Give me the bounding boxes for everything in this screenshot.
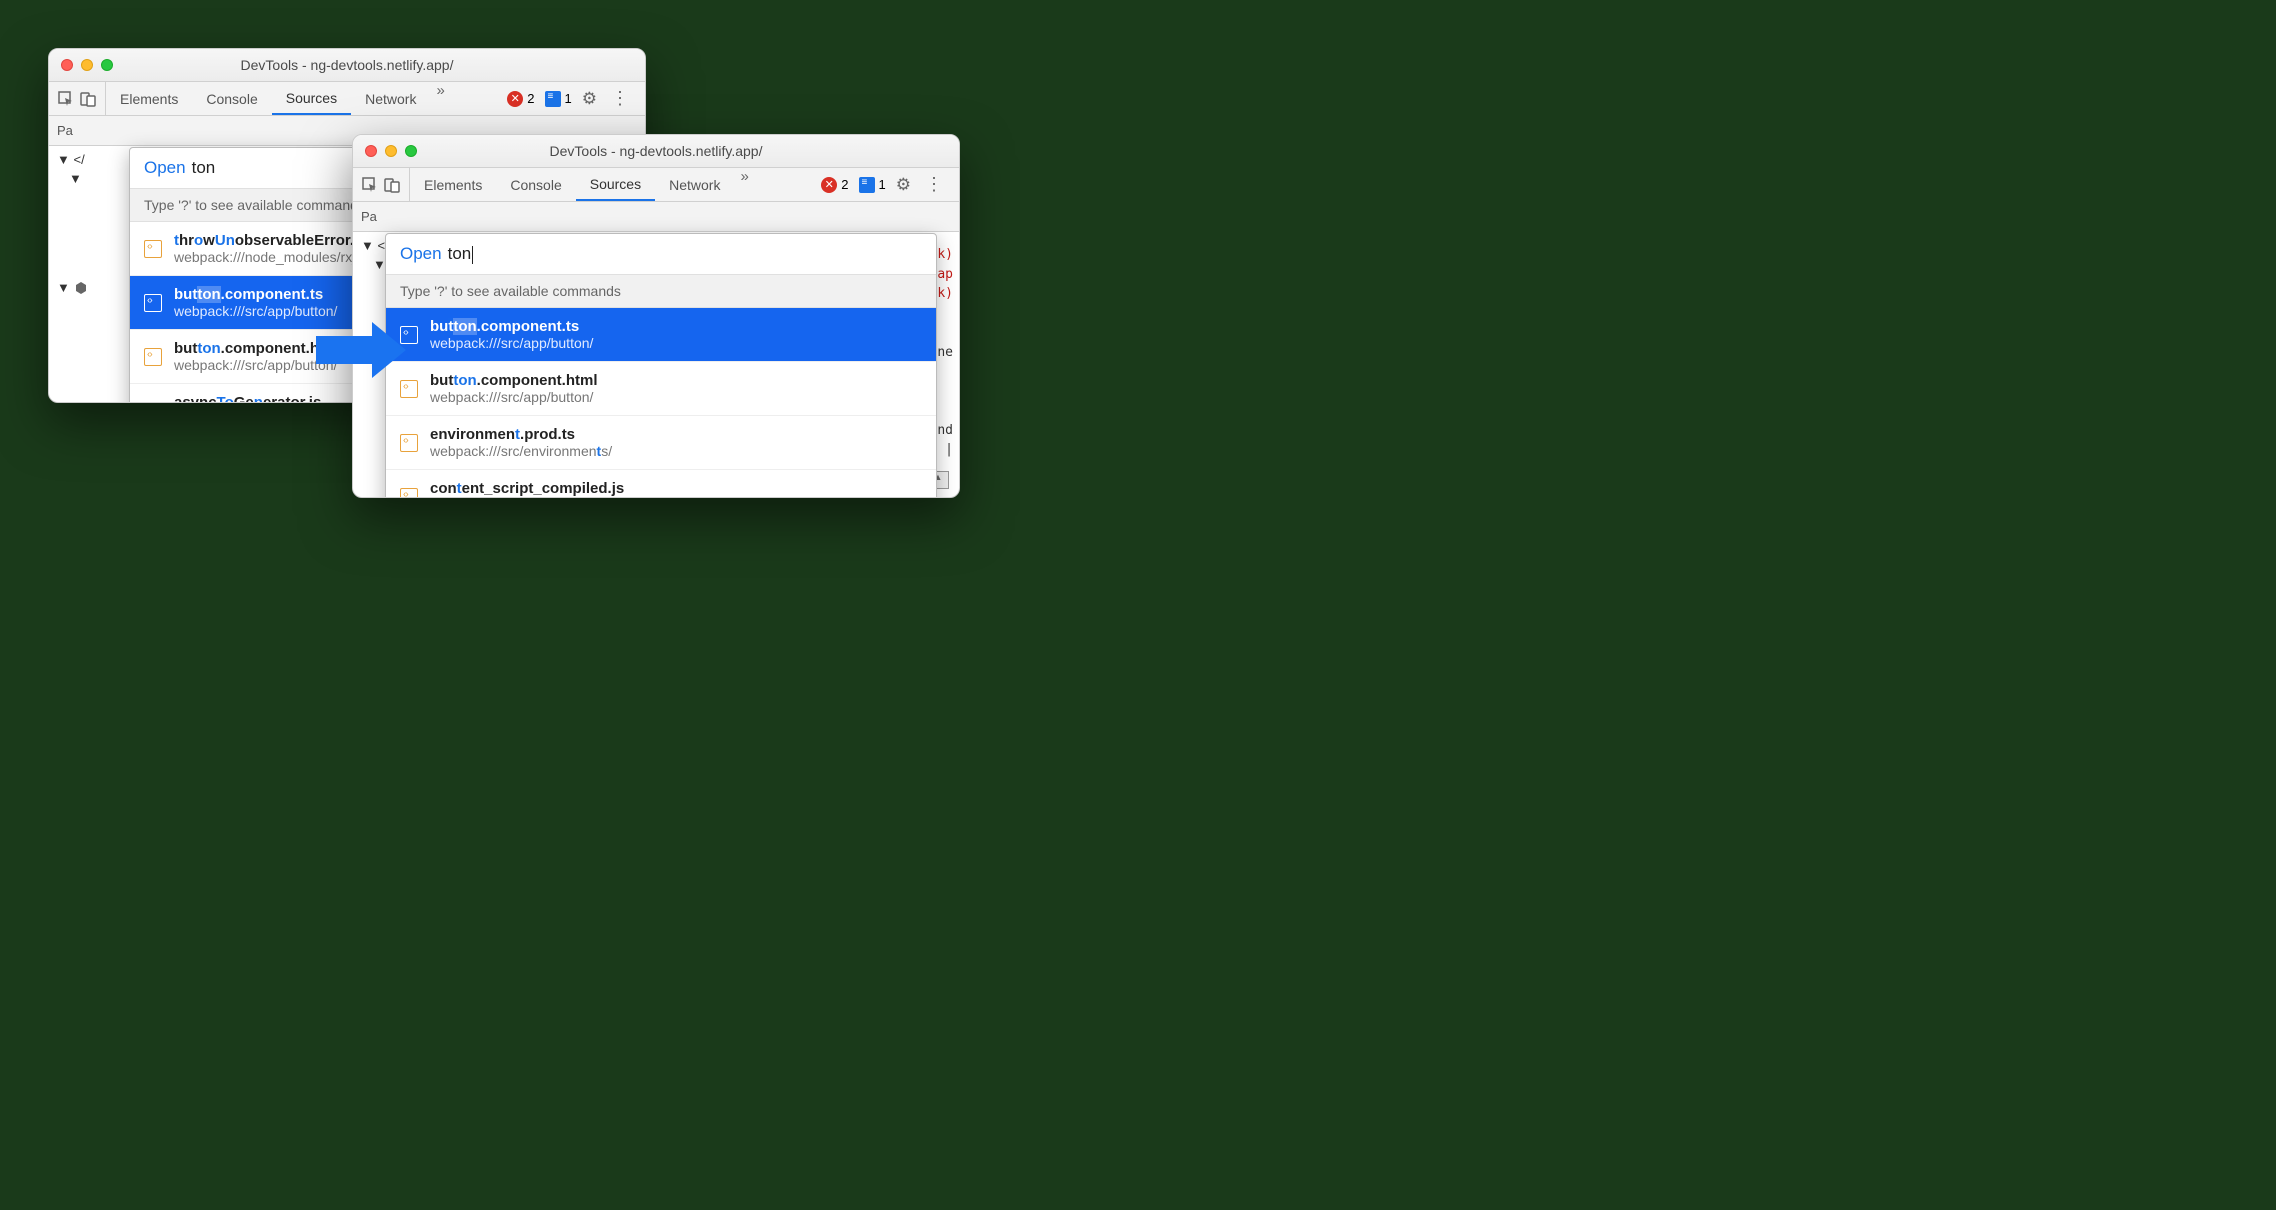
inspect-icon[interactable] bbox=[57, 90, 75, 108]
result-name: environment.prod.ts bbox=[430, 426, 612, 443]
search-mode-label: Open bbox=[144, 158, 186, 178]
error-icon: ✕ bbox=[821, 177, 837, 193]
subbar-text: Pa bbox=[57, 123, 73, 138]
more-tabs-icon[interactable]: » bbox=[430, 82, 450, 115]
inspect-icon[interactable] bbox=[361, 176, 379, 194]
file-icon bbox=[144, 402, 162, 404]
result-path: webpack:///src/app/button/ bbox=[174, 303, 337, 319]
kebab-menu-icon[interactable]: ⋮ bbox=[607, 88, 633, 109]
error-count-badge[interactable]: ✕ 2 bbox=[821, 177, 848, 193]
tab-sources[interactable]: Sources bbox=[272, 82, 351, 115]
traffic-lights bbox=[61, 59, 113, 71]
tab-console[interactable]: Console bbox=[192, 82, 271, 115]
devtools-toolbar: Elements Console Sources Network » ✕ 2 1… bbox=[353, 168, 959, 202]
window-title: DevTools - ng-devtools.netlify.app/ bbox=[49, 57, 645, 73]
command-palette: Open ton Type '?' to see available comma… bbox=[385, 233, 937, 498]
titlebar: DevTools - ng-devtools.netlify.app/ bbox=[353, 135, 959, 168]
message-icon bbox=[545, 91, 561, 107]
result-path: webpack:///src/environments/ bbox=[430, 443, 612, 459]
error-count: 2 bbox=[841, 177, 848, 192]
subbar-text: Pa bbox=[361, 209, 377, 224]
window-title: DevTools - ng-devtools.netlify.app/ bbox=[353, 143, 959, 159]
maximize-button[interactable] bbox=[101, 59, 113, 71]
tab-elements[interactable]: Elements bbox=[106, 82, 192, 115]
tab-network[interactable]: Network bbox=[351, 82, 430, 115]
arrow-icon bbox=[316, 322, 406, 378]
message-count-badge[interactable]: 1 bbox=[859, 177, 886, 193]
file-icon bbox=[144, 294, 162, 312]
text-cursor bbox=[472, 246, 473, 264]
settings-icon[interactable]: ⚙ bbox=[582, 89, 597, 109]
error-count: 2 bbox=[527, 91, 534, 106]
result-item[interactable]: button.component.html webpack:///src/app… bbox=[386, 362, 936, 416]
device-toggle-icon[interactable] bbox=[79, 90, 97, 108]
result-path: webpack:///src/app/button/ bbox=[430, 389, 597, 405]
settings-icon[interactable]: ⚙ bbox=[896, 175, 911, 195]
result-name: button.component.html bbox=[430, 372, 597, 389]
error-icon: ✕ bbox=[507, 91, 523, 107]
traffic-lights bbox=[365, 145, 417, 157]
sources-subbar: Pa bbox=[353, 202, 959, 232]
tab-console[interactable]: Console bbox=[496, 168, 575, 201]
message-count: 1 bbox=[565, 91, 572, 106]
message-count-badge[interactable]: 1 bbox=[545, 91, 572, 107]
results-list: button.component.ts webpack:///src/app/b… bbox=[386, 308, 936, 498]
search-input[interactable]: ton bbox=[192, 158, 216, 178]
message-count: 1 bbox=[879, 177, 886, 192]
result-path: chrome-extension://noondiphcddnnabmjcihc… bbox=[430, 497, 776, 498]
panel-tabs: Elements Console Sources Network » bbox=[410, 168, 755, 201]
hint-row: Type '?' to see available commands bbox=[386, 274, 936, 308]
titlebar: DevTools - ng-devtools.netlify.app/ bbox=[49, 49, 645, 82]
minimize-button[interactable] bbox=[385, 145, 397, 157]
panel-tabs: Elements Console Sources Network » bbox=[106, 82, 451, 115]
result-item[interactable]: content_script_compiled.js chrome-extens… bbox=[386, 470, 936, 498]
search-input[interactable]: ton bbox=[448, 244, 474, 264]
tab-sources[interactable]: Sources bbox=[576, 168, 655, 201]
file-icon bbox=[144, 240, 162, 258]
result-name: button.component.ts bbox=[174, 286, 337, 303]
tab-elements[interactable]: Elements bbox=[410, 168, 496, 201]
close-button[interactable] bbox=[61, 59, 73, 71]
minimize-button[interactable] bbox=[81, 59, 93, 71]
search-mode-label: Open bbox=[400, 244, 442, 264]
result-name: button.component.ts bbox=[430, 318, 593, 335]
file-icon bbox=[400, 434, 418, 452]
file-icon bbox=[144, 348, 162, 366]
result-name: content_script_compiled.js bbox=[430, 480, 776, 497]
file-icon bbox=[400, 488, 418, 499]
kebab-menu-icon[interactable]: ⋮ bbox=[921, 174, 947, 195]
message-icon bbox=[859, 177, 875, 193]
tab-network[interactable]: Network bbox=[655, 168, 734, 201]
search-row: Open ton bbox=[386, 234, 936, 274]
more-tabs-icon[interactable]: » bbox=[734, 168, 754, 201]
devtools-window-right: DevTools - ng-devtools.netlify.app/ Elem… bbox=[352, 134, 960, 498]
devtools-toolbar: Elements Console Sources Network » ✕ 2 1… bbox=[49, 82, 645, 116]
error-count-badge[interactable]: ✕ 2 bbox=[507, 91, 534, 107]
file-icon bbox=[400, 380, 418, 398]
result-item[interactable]: button.component.ts webpack:///src/app/b… bbox=[386, 308, 936, 362]
result-path: webpack:///src/app/button/ bbox=[430, 335, 593, 351]
device-toggle-icon[interactable] bbox=[383, 176, 401, 194]
maximize-button[interactable] bbox=[405, 145, 417, 157]
close-button[interactable] bbox=[365, 145, 377, 157]
result-item[interactable]: environment.prod.ts webpack:///src/envir… bbox=[386, 416, 936, 470]
